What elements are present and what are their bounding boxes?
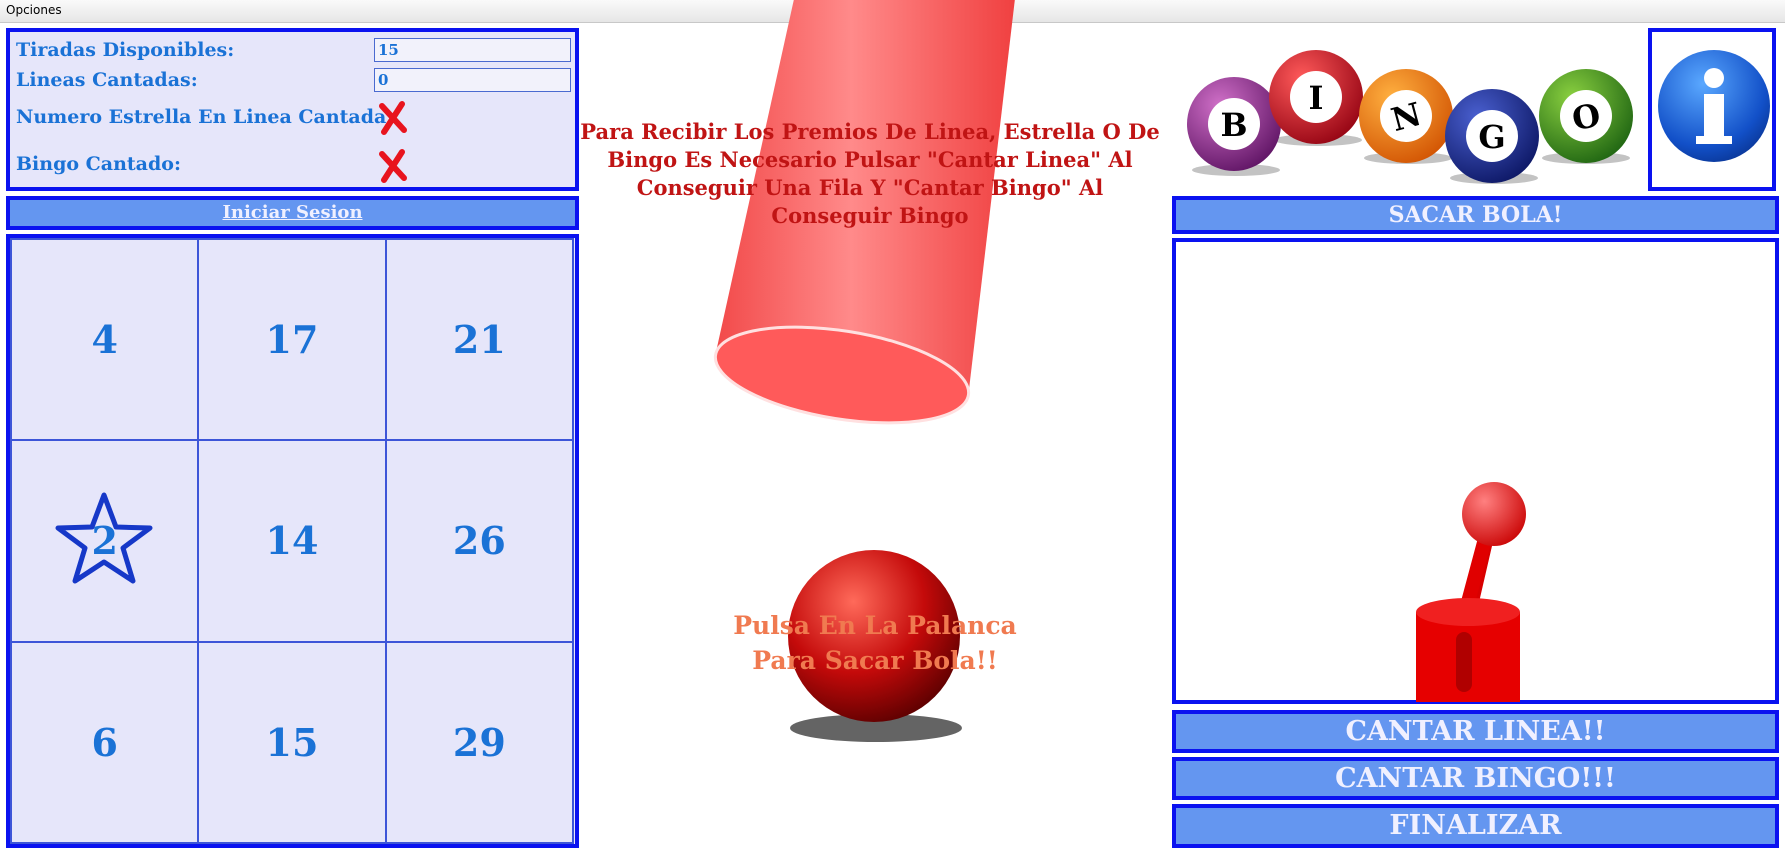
lever-icon[interactable]: [1408, 472, 1548, 702]
card-number: 26: [452, 518, 506, 564]
login-button[interactable]: Iniciar Sesion: [6, 196, 579, 230]
card-cell[interactable]: 6: [12, 642, 198, 842]
estrella-status-icon: [379, 101, 407, 135]
draw-ball-button-label: SACAR BOLA!: [1388, 202, 1563, 228]
lever-hint-line2: Para Sacar Bola!!: [752, 646, 998, 675]
stats-panel: Tiradas Disponibles: 15 Lineas Cantadas:…: [6, 28, 579, 191]
card-number: 21: [452, 317, 506, 363]
card-cell[interactable]: 29: [386, 642, 572, 842]
draw-ball-button[interactable]: SACAR BOLA!: [1172, 196, 1779, 234]
logo-letter-b: B: [1220, 106, 1247, 144]
card-number: 14: [265, 518, 319, 564]
instructions-text: Para Recibir Los Premios De Linea, Estre…: [580, 119, 1160, 228]
finalizar-button[interactable]: FINALIZAR: [1172, 804, 1779, 848]
card-cell[interactable]: 21: [386, 240, 572, 440]
lineas-label: Lineas Cantadas:: [16, 69, 198, 91]
bingo-status-icon: [379, 149, 407, 183]
cantar-linea-button[interactable]: CANTAR LINEA!!: [1172, 710, 1779, 753]
card-number: 2: [91, 518, 118, 564]
bingo-card-grid: 4 17 21 2 14 26 6 15 29: [10, 238, 574, 844]
bingo-logo: B I N G O: [1187, 50, 1633, 184]
card-cell-star[interactable]: 2: [12, 441, 198, 641]
logo-letter-i: I: [1309, 79, 1324, 117]
finalizar-label: FINALIZAR: [1389, 810, 1562, 841]
tiradas-field[interactable]: 15: [374, 38, 571, 62]
cantar-bingo-label: CANTAR BINGO!!!: [1335, 763, 1616, 794]
card-cell[interactable]: 14: [199, 441, 385, 641]
card-number: 15: [265, 719, 319, 765]
card-number: 4: [91, 317, 118, 363]
card-cell[interactable]: 15: [199, 642, 385, 842]
estrella-label: Numero Estrella En Linea Cantada:: [16, 106, 394, 128]
card-number: 17: [265, 317, 319, 363]
cantar-linea-label: CANTAR LINEA!!: [1345, 716, 1606, 747]
info-panel: [1648, 28, 1776, 191]
menu-opciones[interactable]: Opciones: [6, 3, 62, 17]
lever-hint: Pulsa En La Palanca Para Sacar Bola!!: [690, 608, 1060, 678]
card-cell[interactable]: 4: [12, 240, 198, 440]
login-button-label: Iniciar Sesion: [222, 202, 363, 223]
card-cell[interactable]: 17: [199, 240, 385, 440]
ball-machine: [1172, 238, 1779, 704]
lever-hint-line1: Pulsa En La Palanca: [733, 611, 1017, 640]
card-number: 6: [91, 719, 118, 765]
card-number: 29: [452, 719, 506, 765]
logo-letter-g: G: [1478, 118, 1505, 156]
tiradas-label: Tiradas Disponibles:: [16, 39, 235, 61]
lineas-field[interactable]: 0: [374, 68, 571, 92]
bingo-label: Bingo Cantado:: [16, 153, 181, 175]
card-cell[interactable]: 26: [386, 441, 572, 641]
info-icon[interactable]: [1654, 48, 1774, 168]
cantar-bingo-button[interactable]: CANTAR BINGO!!!: [1172, 757, 1779, 800]
